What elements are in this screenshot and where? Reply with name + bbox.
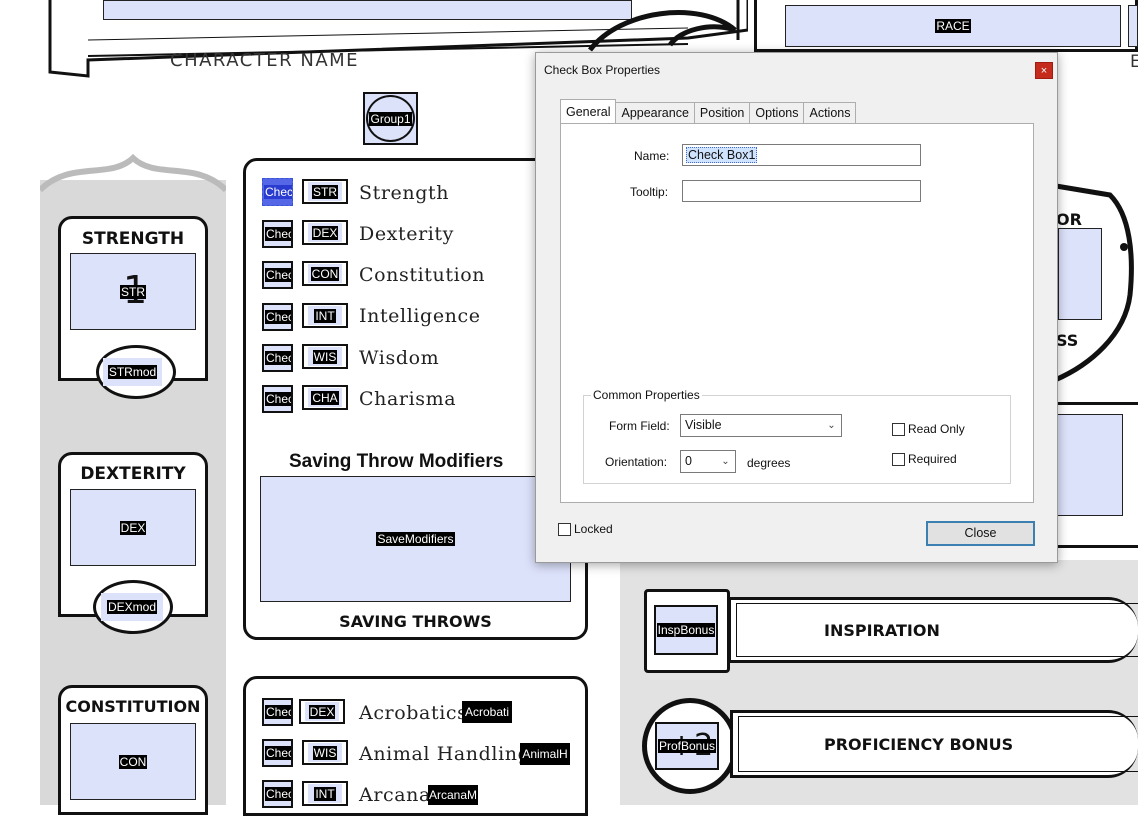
column-top-ornament — [40, 153, 226, 193]
group1-radio[interactable]: Group1 — [366, 95, 415, 142]
proficiency-label: PROFICIENCY BONUS — [824, 735, 1014, 754]
save-ability-cha: CHA — [302, 385, 348, 410]
name-input[interactable]: Check Box1 — [682, 144, 921, 166]
race-field[interactable]: RACE — [785, 5, 1121, 47]
general-tab-panel: Name: Check Box1 Tooltip: Common Propert… — [560, 123, 1034, 503]
save-label-wisdom: Wisdom — [359, 347, 440, 369]
tab-options[interactable]: Options — [749, 102, 805, 123]
close-button[interactable]: Close — [926, 521, 1035, 546]
read-only-checkbox[interactable] — [892, 423, 905, 436]
tab-actions[interactable]: Actions — [803, 102, 857, 123]
common-properties-group: Common Properties Form Field: Visible ⌄ … — [583, 388, 1011, 484]
save-label-strength: Strength — [359, 182, 450, 204]
name-input-value: Check Box1 — [686, 147, 758, 163]
constitution-title: CONSTITUTION — [65, 697, 201, 716]
strength-mod-field[interactable]: STRmod — [103, 358, 162, 386]
race-partial-label: E — [1130, 52, 1138, 72]
inspiration-field[interactable]: InspBonus — [654, 605, 718, 655]
skill-check-acrobatics[interactable]: Chec — [262, 698, 293, 726]
skill-field-acrobatics[interactable]: Acrobati — [462, 701, 512, 723]
read-only-label: Read Only — [908, 422, 965, 436]
name-label: Name: — [634, 149, 670, 163]
save-check-charisma[interactable]: Chec — [262, 385, 293, 413]
locked-label: Locked — [574, 522, 613, 536]
chevron-down-icon: ⌄ — [827, 420, 836, 431]
skill-label-arcana: Arcana — [359, 784, 431, 806]
tooltip-input[interactable] — [682, 180, 921, 202]
inspiration-label: INSPIRATION — [824, 621, 940, 640]
common-properties-title: Common Properties — [591, 388, 702, 402]
dialog-tabs: General Appearance Position Options Acti… — [560, 99, 857, 123]
dialog-title: Check Box Properties — [544, 63, 661, 77]
tooltip-label: Tooltip: — [630, 185, 669, 199]
dexterity-mod-field[interactable]: DEXmod — [101, 593, 163, 621]
skill-field-animal-handling[interactable]: AnimalH — [520, 743, 570, 765]
character-name-field[interactable] — [103, 0, 632, 20]
dexterity-title: DEXTERITY — [80, 464, 186, 484]
skill-label-animal-handling: Animal Handling — [359, 743, 531, 765]
save-ability-dex: DEX — [302, 220, 348, 245]
tab-general[interactable]: General — [560, 99, 617, 123]
dexterity-score-field[interactable]: DEX — [70, 489, 196, 566]
orientation-select[interactable]: 0 ⌄ — [680, 450, 736, 473]
orientation-label: Orientation: — [605, 455, 668, 469]
save-label-dexterity: Dexterity — [359, 223, 455, 245]
save-ability-wis: WIS — [302, 344, 348, 369]
character-name-label: CHARACTER NAME — [170, 50, 360, 71]
close-icon[interactable]: × — [1035, 62, 1053, 79]
save-modifiers-field[interactable]: SaveModifiers — [260, 476, 571, 602]
form-field-value: Visible — [685, 418, 722, 432]
skill-label-acrobatics: Acrobatics — [359, 702, 468, 724]
orientation-value: 0 — [685, 454, 692, 468]
save-label-charisma: Charisma — [359, 388, 457, 410]
required-label: Required — [908, 452, 957, 466]
degrees-label: degrees — [747, 456, 791, 470]
right-box-field[interactable] — [1055, 414, 1123, 516]
constitution-score-field[interactable]: CON — [70, 723, 196, 800]
save-ability-int: INT — [302, 303, 348, 328]
required-checkbox[interactable] — [892, 453, 905, 466]
strength-title: STRENGTH — [81, 229, 185, 249]
save-label-constitution: Constitution — [359, 264, 486, 286]
locked-checkbox[interactable] — [558, 523, 571, 536]
proficiency-field[interactable]: +2 ProfBonus — [655, 722, 719, 770]
save-label-intelligence: Intelligence — [359, 305, 481, 327]
check-box-properties-dialog: Check Box Properties × General Appearanc… — [535, 52, 1058, 563]
tab-position[interactable]: Position — [693, 102, 751, 123]
skill-check-animal-handling[interactable]: Chec — [262, 739, 293, 767]
save-modifiers-title: Saving Throw Modifiers — [289, 451, 504, 472]
shield-caption-top: OR — [1056, 210, 1082, 229]
save-ability-str: STR — [302, 179, 348, 204]
skill-ability-acrobatics: DEX — [299, 699, 345, 724]
race-field-next[interactable] — [1128, 5, 1138, 47]
tab-appearance[interactable]: Appearance — [615, 102, 695, 123]
skill-ability-animal-handling: WIS — [302, 740, 348, 765]
save-check-dexterity[interactable]: Chec — [262, 220, 293, 248]
save-check-intelligence[interactable]: Chec — [262, 303, 293, 331]
save-check-wisdom[interactable]: Chec — [262, 344, 293, 372]
save-ability-con: CON — [302, 261, 348, 286]
shield-field[interactable] — [1058, 228, 1102, 320]
save-check-constitution[interactable]: Chec — [262, 261, 293, 289]
save-check-strength[interactable]: Chec — [262, 178, 293, 206]
form-field-select[interactable]: Visible ⌄ — [680, 414, 842, 437]
strength-score-field[interactable]: 1 STR — [70, 253, 196, 330]
form-field-label: Form Field: — [609, 419, 670, 433]
chevron-down-icon: ⌄ — [721, 456, 730, 467]
saving-throws-caption: SAVING THROWS — [339, 612, 492, 631]
skill-check-arcana[interactable]: Chec — [262, 780, 293, 808]
skill-field-arcana[interactable]: ArcanaM — [428, 785, 478, 805]
skill-ability-arcana: INT — [302, 781, 348, 806]
shield-caption-bottom: SS — [1056, 331, 1079, 350]
